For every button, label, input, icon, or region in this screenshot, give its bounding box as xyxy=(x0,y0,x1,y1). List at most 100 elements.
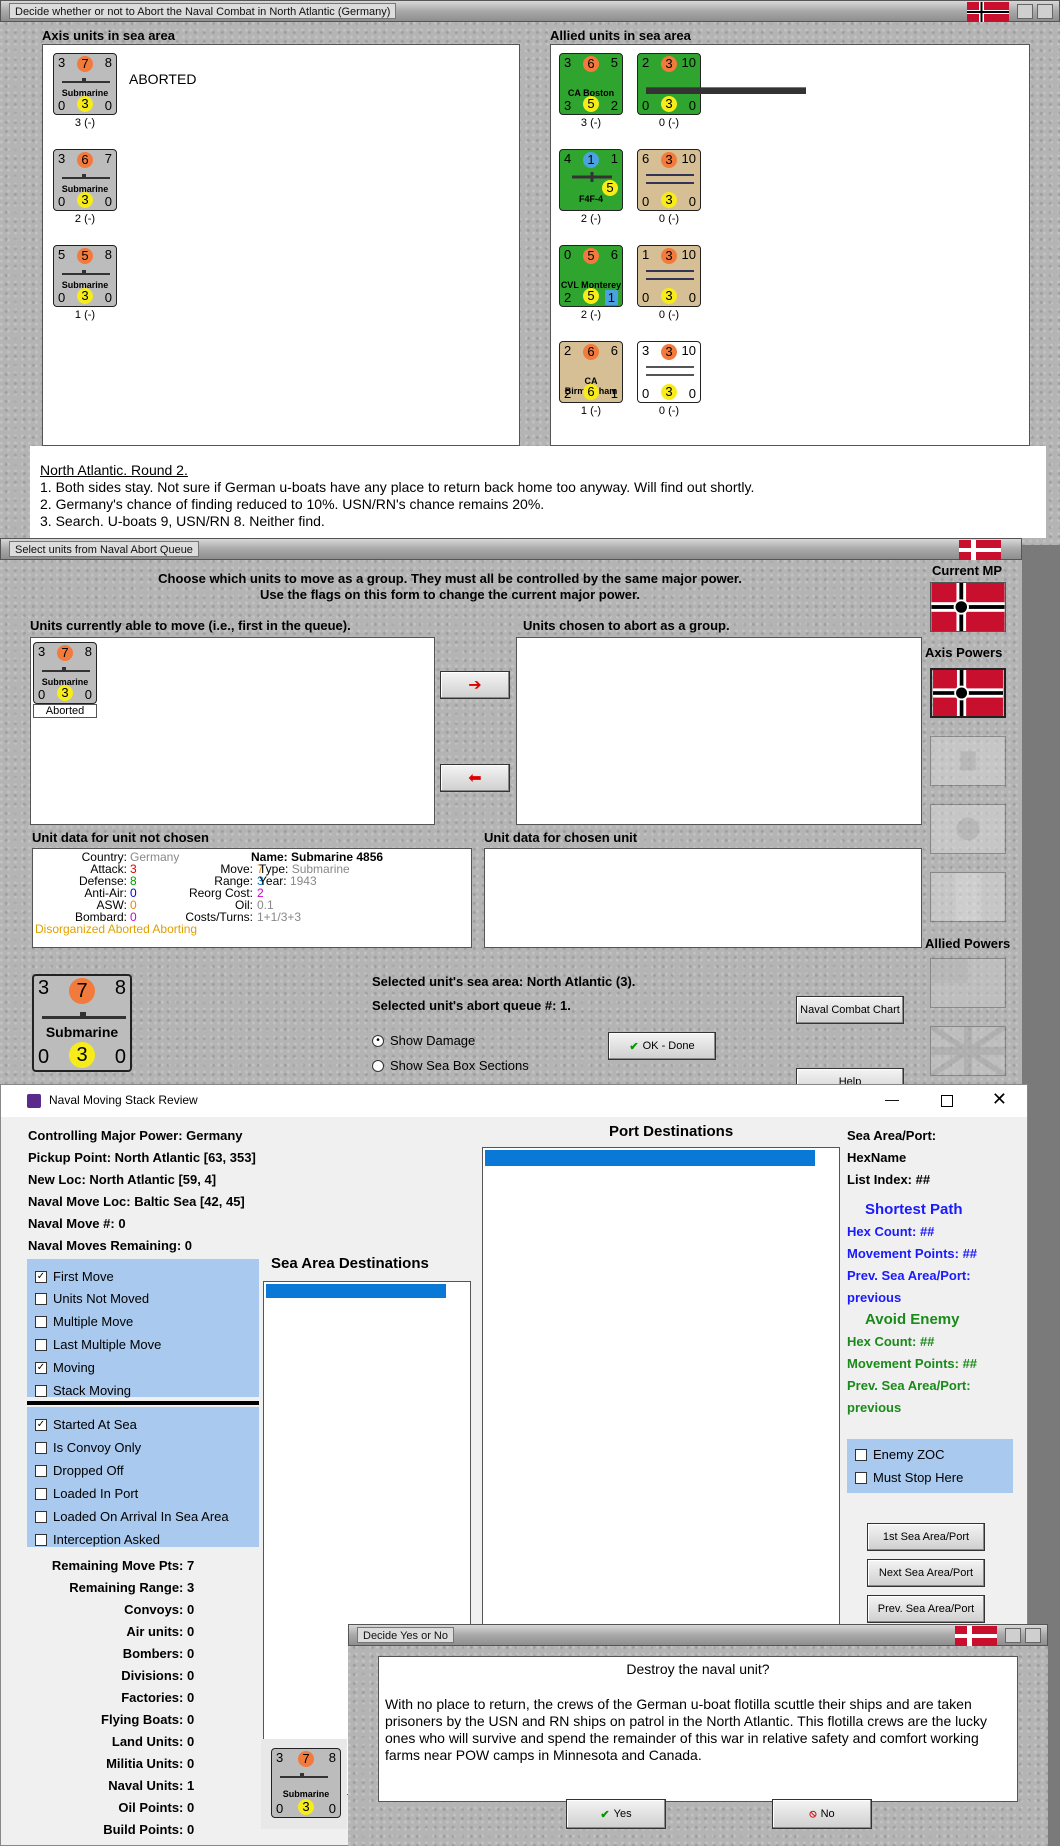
close-icon[interactable]: ✕ xyxy=(992,1089,1007,1110)
axis-header: Axis units in sea area xyxy=(42,28,175,43)
stat-key: Oil Points: xyxy=(118,1800,184,1815)
check-label: Last Multiple Move xyxy=(53,1337,162,1352)
aa: 6 xyxy=(583,384,599,400)
allied-unit-3[interactable]: 4 1 1 F4F-4 5 xyxy=(559,149,623,211)
range: 0 xyxy=(84,687,92,702)
prev-sea-area: Prev. Sea Area/Port: xyxy=(847,1268,971,1283)
last-multiple-move-check[interactable]: Last Multiple Move xyxy=(35,1337,161,1352)
allied-unit-5[interactable]: 0 5 6 CVL Monterey 2 5 1 xyxy=(559,245,623,307)
allied-unit-4[interactable]: 6 3 10 0 3 0 xyxy=(637,149,701,211)
move-left-button[interactable]: ⬅ xyxy=(440,764,510,792)
axis-unit-3[interactable]: 558 Submarine 030 xyxy=(53,245,117,307)
move: 8 xyxy=(328,1750,336,1765)
stat-row: Build Points: 0 xyxy=(11,1819,201,1841)
attack: 3 xyxy=(58,55,66,70)
allied-unit-1[interactable]: 3 6 5 CA Boston 3 5 2 xyxy=(559,53,623,115)
first-move-check[interactable]: ✓ First Move xyxy=(35,1269,114,1284)
current-germany-flag-icon[interactable] xyxy=(930,582,1006,632)
stat-value: 0 xyxy=(187,1690,195,1705)
close-icon[interactable] xyxy=(1025,1628,1041,1643)
minimize-icon[interactable]: — xyxy=(885,1091,899,1107)
allied-units-panel[interactable]: 3 6 5 CA Boston 3 5 2 3 (-) 2 3 10 0 3 0 0 (-) 411F… xyxy=(550,44,1030,446)
first-sea-area-button[interactable]: 1st Sea Area/Port xyxy=(867,1523,985,1551)
stack-moving-check[interactable]: Stack Moving xyxy=(35,1383,131,1398)
axis-unit-1[interactable]: 378 Submarine 030 xyxy=(53,53,117,115)
stat-key: Factories: xyxy=(121,1690,184,1705)
stat-row: Remaining Move Pts: 7 xyxy=(11,1555,201,1577)
units-not-moved-check[interactable]: Units Not Moved xyxy=(35,1291,149,1306)
check-label: Multiple Move xyxy=(53,1314,134,1329)
maximize-icon[interactable] xyxy=(941,1095,953,1107)
cost: 6 xyxy=(583,56,599,72)
data-keys: Country: Attack: Defense: Anti-Air: ASW: Bomb… xyxy=(35,851,127,923)
defense: 0 xyxy=(58,194,66,209)
next-sea-area-button[interactable]: Next Sea Area/Port xyxy=(867,1559,985,1587)
selected-row[interactable] xyxy=(266,1284,446,1298)
vichy-flag-icon[interactable] xyxy=(930,872,1006,922)
stat-key: Divisions: xyxy=(121,1668,184,1683)
btn-label: 1st Sea Area/Port xyxy=(882,1531,970,1543)
question-text: Destroy the naval unit? xyxy=(626,1661,770,1677)
enemy-zoc-check[interactable]: Enemy ZOC xyxy=(855,1447,945,1462)
chosen-units-list[interactable] xyxy=(516,637,922,825)
submarine-icon xyxy=(42,667,90,672)
close-icon[interactable] xyxy=(1037,4,1053,19)
loaded-in-port-check[interactable]: Loaded In Port xyxy=(35,1486,138,1501)
must-stop-check[interactable]: Must Stop Here xyxy=(855,1470,963,1485)
selected-row[interactable] xyxy=(485,1150,815,1166)
attack: 3 xyxy=(38,977,50,999)
multiple-move-check[interactable]: Multiple Move xyxy=(35,1314,133,1329)
dropped-off-check[interactable]: Dropped Off xyxy=(35,1463,124,1478)
aa: 3 xyxy=(69,1042,95,1068)
cost: 3 xyxy=(661,248,677,264)
germany-flag-icon[interactable] xyxy=(930,668,1006,718)
china-flag-icon[interactable] xyxy=(930,958,1006,1008)
axis-units-panel[interactable]: 378 Submarine 030 3 (-) ABORTED 367 Subm… xyxy=(42,44,520,446)
move: 8 xyxy=(104,55,112,70)
yes-button[interactable]: ✔ Yes xyxy=(566,1799,666,1829)
instruction-line-2: Use the flags on this form to change the… xyxy=(260,587,640,602)
app-icon xyxy=(27,1094,41,1108)
no-button[interactable]: ⦸ No xyxy=(772,1799,872,1829)
prev-sea-area-button[interactable]: Prev. Sea Area/Port xyxy=(867,1595,985,1623)
range: 0 xyxy=(688,194,696,209)
allied-unit-7[interactable]: 266CA Birmingham261 xyxy=(559,341,623,403)
able-units-list[interactable]: 378 Submarine 030 Aborted xyxy=(30,637,435,825)
italy-flag-icon[interactable] xyxy=(930,736,1006,786)
checkmark-icon: ✔ xyxy=(629,1040,639,1053)
queue-unit[interactable]: 378 Submarine 030 xyxy=(33,642,97,704)
previous-value-2: previous xyxy=(847,1400,902,1415)
allied-unit-2[interactable]: 2 3 10 0 3 0 xyxy=(637,53,806,115)
stat-value: 0 xyxy=(187,1822,195,1837)
cost: 3 xyxy=(661,56,677,72)
range: 0 xyxy=(688,386,696,401)
allied-unit-6[interactable]: 1 3 10 0 3 0 xyxy=(637,245,701,307)
cost: 7 xyxy=(57,645,73,661)
attack: 6 xyxy=(642,151,650,166)
interception-asked-check[interactable]: Interception Asked xyxy=(35,1532,160,1547)
japan-flag-icon[interactable] xyxy=(930,804,1006,854)
list-index-label: List Index: ## xyxy=(847,1172,931,1187)
move-right-button[interactable]: ➔ xyxy=(440,671,510,699)
is-convoy-only-check[interactable]: Is Convoy Only xyxy=(35,1440,141,1455)
notes-heading: North Atlantic. Round 2. xyxy=(40,462,188,478)
uk-flag-icon[interactable] xyxy=(930,1026,1006,1076)
show-damage-radio[interactable]: • Show Damage xyxy=(372,1033,475,1048)
show-sea-box-radio[interactable]: Show Sea Box Sections xyxy=(372,1058,529,1073)
stat-key: Land Units: xyxy=(111,1734,184,1749)
checkbox-icon xyxy=(35,1338,47,1351)
attack: 4 xyxy=(564,151,572,166)
started-at-sea-check[interactable]: ✓ Started At Sea xyxy=(35,1417,137,1432)
allied-unit-8[interactable]: 3 3 10 0 3 0 xyxy=(637,341,701,403)
loaded-on-arrival-check[interactable]: Loaded On Arrival In Sea Area xyxy=(35,1509,229,1524)
minimize-icon[interactable] xyxy=(1017,4,1033,19)
moving-check[interactable]: ✓ Moving xyxy=(35,1360,95,1375)
notes-area[interactable]: North Atlantic. Round 2. 1. Both sides s… xyxy=(30,446,1046,538)
stack-unit-counter[interactable]: 378 Submarine 030 xyxy=(271,1748,341,1818)
attack: 1 xyxy=(642,247,650,262)
naval-combat-chart-button[interactable]: Naval Combat Chart xyxy=(796,996,904,1024)
minimize-icon[interactable] xyxy=(1005,1628,1021,1643)
ok-done-button[interactable]: ✔ OK - Done xyxy=(608,1032,716,1060)
axis-unit-2[interactable]: 367 Submarine 030 xyxy=(53,149,117,211)
instruction-line-1: Choose which units to move as a group. T… xyxy=(158,571,742,586)
